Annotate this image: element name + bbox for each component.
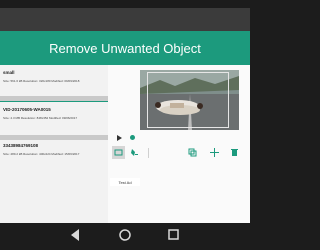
duplicate-icon [188,148,197,157]
tablet-device: Remove Unwanted Object small Size: 561.6… [0,0,250,250]
video-frame-image[interactable] [140,70,239,130]
rectangle-select-button[interactable] [112,146,125,159]
video-list-item[interactable]: 33438984769108 Size: 289.2 kB Resolution… [0,141,108,171]
edit-toolbar [108,145,250,161]
brush-erase-button[interactable] [128,146,141,159]
toolbar-divider [148,148,149,158]
video-list-item[interactable]: small Size: 561.6 kB Resolution: 320x180… [0,68,108,98]
rectangle-select-icon [114,149,123,156]
plus-icon [210,148,219,157]
video-name: 33438984769108 [3,143,39,148]
status-bar [0,8,250,31]
recents-square-icon [168,229,179,240]
list-accent-line [0,101,108,102]
back-triangle-icon [71,229,79,241]
video-list: small Size: 561.6 kB Resolution: 320x180… [0,65,108,223]
ad-banner[interactable]: Test Ad [110,178,140,186]
home-button[interactable] [119,229,131,244]
trash-icon [231,149,238,156]
title-bar: Remove Unwanted Object [0,31,250,65]
add-button[interactable] [208,146,221,159]
back-button[interactable] [70,229,80,244]
play-button[interactable] [112,131,125,144]
app-screen: Remove Unwanted Object small Size: 561.6… [0,8,250,223]
video-name: VID-20170605-WA0015 [3,107,51,112]
list-divider [0,135,108,140]
ad-label: Test Ad [118,179,132,185]
app-title: Remove Unwanted Object [49,40,201,56]
video-name: small [3,70,15,75]
video-preview-panel [108,65,250,223]
home-circle-icon [119,229,131,241]
duplicate-button[interactable] [186,146,199,159]
video-meta: Size: 2.3 MB Resolution: 848x352 Modifie… [3,116,78,120]
play-icon [116,134,122,141]
delete-button[interactable] [228,146,241,159]
video-meta: Size: 561.6 kB Resolution: 320x180 Modif… [3,79,80,83]
video-list-item[interactable]: VID-20170605-WA0015 Size: 2.3 MB Resolut… [0,105,108,135]
video-meta: Size: 289.2 kB Resolution: 400x224 Modif… [3,152,80,156]
recents-button[interactable] [168,229,179,243]
selection-frame[interactable] [147,72,229,128]
brush-erase-icon [131,149,138,156]
android-nav-bar [0,223,250,250]
timeline-marker[interactable] [130,135,135,140]
